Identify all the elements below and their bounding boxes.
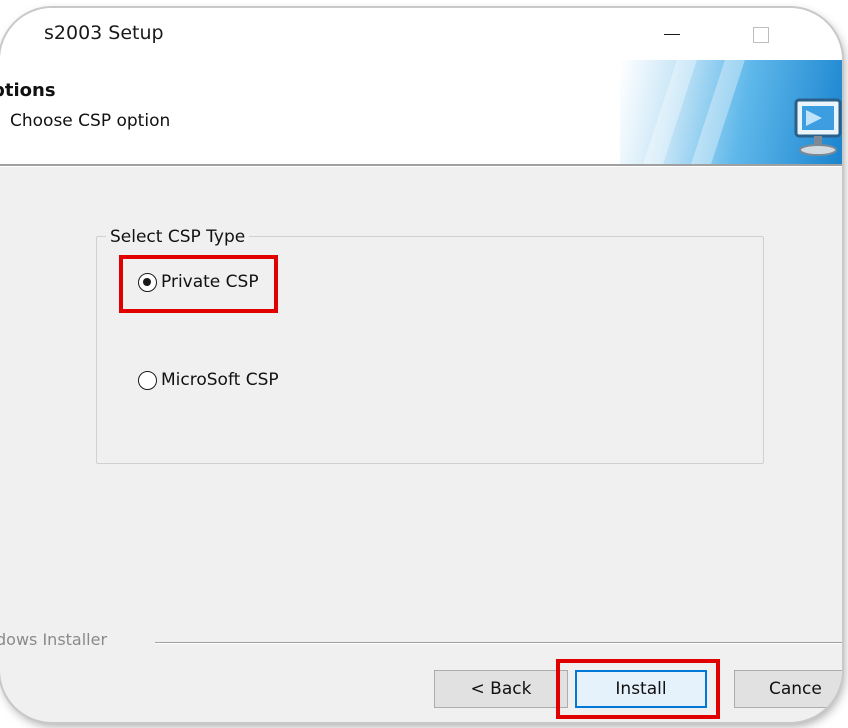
- minimize-icon: [664, 34, 680, 35]
- wizard-header: ptions Choose CSP option: [0, 60, 842, 164]
- maximize-button[interactable]: [730, 8, 790, 60]
- csp-type-group-label: Select CSP Type: [106, 227, 250, 247]
- computer-monitor-icon: [794, 98, 842, 156]
- maximize-icon: [753, 27, 769, 43]
- page-subtitle: Choose CSP option: [10, 111, 171, 131]
- csp-type-groupbox: [96, 236, 764, 464]
- page-title: ptions: [0, 80, 56, 101]
- banner-stripe: [643, 60, 697, 164]
- back-button[interactable]: < Back: [434, 670, 568, 708]
- radio-checked-icon: [138, 272, 157, 292]
- footer-divider: [155, 642, 842, 644]
- header-divider: [0, 164, 842, 167]
- setup-window: s2003 Setup ptions Choose CSP option Sel…: [0, 8, 842, 722]
- banner-stripe: [691, 60, 745, 164]
- microsoft-csp-label: MicroSoft CSP: [161, 370, 279, 390]
- radio-unchecked-icon: [138, 370, 157, 390]
- installer-branding-label: dows Installer: [0, 630, 108, 649]
- title-bar: s2003 Setup: [0, 8, 842, 60]
- microsoft-csp-radio[interactable]: MicroSoft CSP: [138, 370, 279, 390]
- window-title: s2003 Setup: [44, 22, 164, 44]
- header-banner: [620, 60, 842, 164]
- cancel-button[interactable]: Cance: [734, 670, 842, 708]
- private-csp-label: Private CSP: [161, 272, 259, 292]
- minimize-button[interactable]: [640, 8, 700, 60]
- private-csp-radio[interactable]: Private CSP: [138, 272, 259, 292]
- install-button[interactable]: Install: [575, 670, 707, 708]
